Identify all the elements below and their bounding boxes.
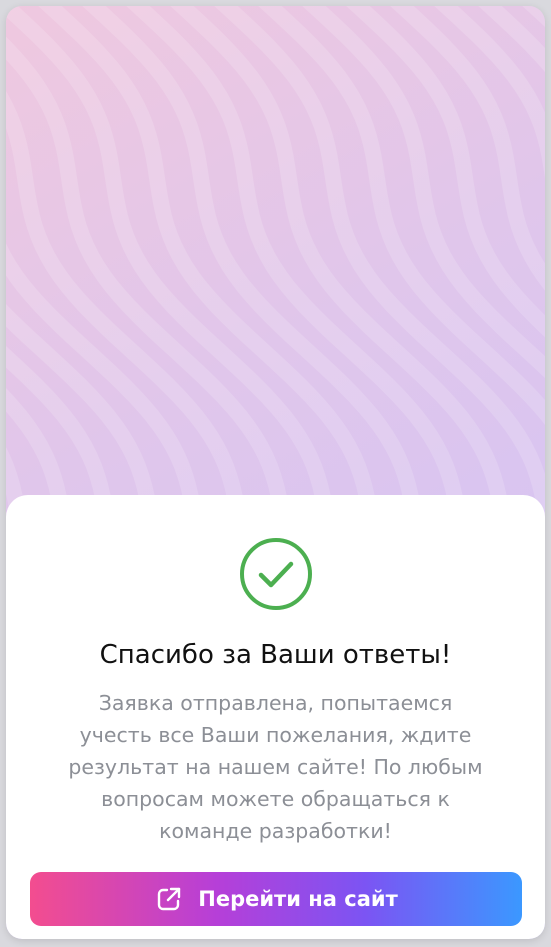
hero-background xyxy=(6,6,545,526)
success-card: Спасибо за Ваши ответы! Заявка отправлен… xyxy=(6,6,545,939)
success-title: Спасибо за Ваши ответы! xyxy=(99,640,452,670)
go-to-site-label: Перейти на сайт xyxy=(198,887,398,911)
wave-pattern xyxy=(6,6,545,526)
success-message: Заявка отправлена, попытаемся учесть все… xyxy=(68,691,483,843)
external-link-icon xyxy=(154,884,184,914)
check-circle-icon xyxy=(239,537,313,611)
go-to-site-button[interactable]: Перейти на сайт xyxy=(30,872,522,926)
result-panel: Спасибо за Ваши ответы! Заявка отправлен… xyxy=(6,495,545,939)
